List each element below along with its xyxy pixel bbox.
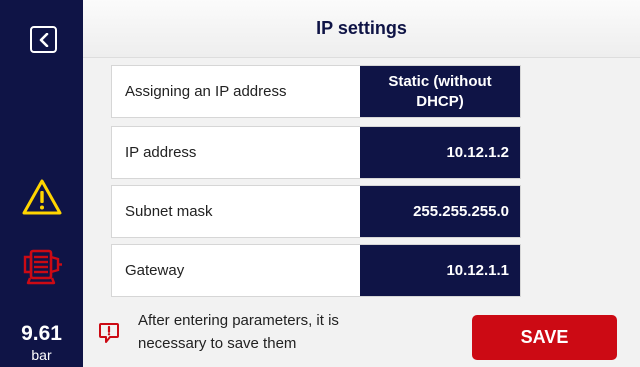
header: IP settings xyxy=(83,0,640,58)
pressure-unit: bar xyxy=(31,347,52,363)
setting-label-assign: Assigning an IP address xyxy=(125,83,287,100)
warning-triangle-icon[interactable] xyxy=(21,178,63,216)
setting-row-gateway: Gateway 10.12.1.1 xyxy=(111,244,521,297)
back-button[interactable] xyxy=(30,26,57,53)
pressure-value: 9.61 xyxy=(21,322,62,345)
setting-row-ip: IP address 10.12.1.2 xyxy=(111,126,521,179)
save-button[interactable]: SAVE xyxy=(472,315,617,360)
motor-icon[interactable] xyxy=(21,244,65,288)
exclamation-bubble-icon xyxy=(99,323,119,343)
setting-label-gateway: Gateway xyxy=(125,262,185,279)
setting-row-mask: Subnet mask 255.255.255.0 xyxy=(111,185,521,238)
setting-label-mask: Subnet mask xyxy=(125,203,213,220)
setting-value-gateway[interactable]: 10.12.1.1 xyxy=(360,245,520,296)
sidebar: 9.61 bar xyxy=(0,0,83,367)
setting-value-ip[interactable]: 10.12.1.2 xyxy=(360,127,520,178)
setting-row-assign: Assigning an IP address Static (without … xyxy=(111,65,521,118)
setting-value-mask[interactable]: 255.255.255.0 xyxy=(360,186,520,237)
setting-value-assign[interactable]: Static (without DHCP) xyxy=(360,66,520,117)
page-title: IP settings xyxy=(316,18,407,38)
back-arrow-icon xyxy=(39,32,48,47)
save-notice-text: After entering parameters, it is necessa… xyxy=(138,312,339,352)
setting-label-ip: IP address xyxy=(125,144,197,161)
